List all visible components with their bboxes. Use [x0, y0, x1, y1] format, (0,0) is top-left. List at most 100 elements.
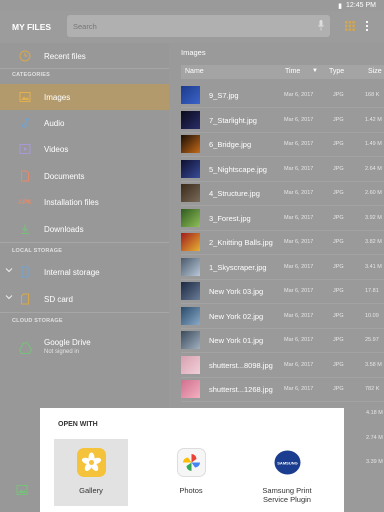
- image-thumbnail: [181, 380, 200, 398]
- divider: [0, 312, 169, 313]
- file-size: 1.49 M: [365, 141, 382, 147]
- file-type: JPG: [333, 263, 344, 270]
- file-date: Mar 6, 2017: [284, 165, 314, 172]
- divider: [0, 68, 169, 69]
- file-date: Mar 6, 2017: [284, 361, 314, 368]
- image-thumbnail: [181, 306, 200, 325]
- table-row[interactable]: 1_Skyscraper.jpg Mar 6, 2017 JPG 3.41 M: [181, 255, 384, 279]
- sidebar-item-label: Installation files: [44, 197, 99, 207]
- image-thumbnail: [181, 110, 200, 129]
- sidebar-item-audio[interactable]: Audio: [0, 110, 169, 136]
- file-name: 3_Forest.jpg: [209, 213, 251, 223]
- app-title: MY FILES: [12, 22, 52, 32]
- sidebar-item-recent[interactable]: Recent files: [0, 43, 169, 69]
- open-with-samsung-print[interactable]: SAMSUNG Samsung Print Service Plugin: [250, 439, 324, 506]
- table-row[interactable]: New York 01.jpg Mar 6, 2017 JPG 25.97: [181, 328, 384, 352]
- option-label: Gallery: [79, 486, 103, 495]
- column-header-size[interactable]: Size: [368, 68, 382, 75]
- file-size: 2.64 M: [365, 165, 382, 172]
- section-header-local-storage: LOCAL STORAGE: [12, 248, 63, 254]
- file-size: 17.81: [365, 288, 379, 294]
- file-size: 782 K: [365, 386, 380, 392]
- file-size: 2.74 M: [366, 435, 383, 441]
- file-type: JPG: [333, 386, 344, 392]
- file-name: shutterst...8098.jpg: [209, 360, 273, 370]
- sidebar-item-label: Recent files: [44, 51, 86, 61]
- gallery-icon: [77, 448, 106, 477]
- image-thumbnail: [181, 233, 200, 251]
- sort-desc-icon[interactable]: ▼: [312, 68, 318, 74]
- table-row[interactable]: New York 03.jpg Mar 6, 2017 JPG 17.81: [181, 279, 384, 303]
- sidebar-item-label: Audio: [44, 118, 65, 128]
- clock-icon: [18, 49, 32, 63]
- file-size: 3.82 M: [365, 239, 382, 245]
- file-type: JPG: [333, 288, 344, 294]
- file-name: 4_Structure.jpg: [209, 189, 260, 198]
- sidebar-item-documents[interactable]: Documents: [0, 163, 169, 189]
- sidebar-item-sublabel: Not signed in: [44, 349, 80, 355]
- file-type: JPG: [333, 92, 344, 98]
- file-type: JPG: [333, 141, 344, 147]
- image-thumbnail: [181, 159, 200, 178]
- file-name: New York 02.jpg: [209, 311, 264, 321]
- table-row[interactable]: 5_Nightscape.jpg Mar 6, 2017 JPG 2.64 M: [181, 157, 384, 181]
- column-header-type[interactable]: Type: [329, 68, 344, 75]
- file-size: 3.58 M: [365, 361, 382, 368]
- music-note-icon: [18, 116, 32, 130]
- file-type: JPG: [333, 361, 344, 368]
- file-date: Mar 6, 2017: [284, 190, 314, 196]
- option-label: Photos: [179, 486, 203, 495]
- download-icon: [18, 222, 32, 236]
- table-row[interactable]: 2_Knitting Balls.jpg Mar 6, 2017 JPG 3.82 M: [181, 230, 384, 254]
- table-row[interactable]: shutterst...1268.jpg Mar 6, 2017 JPG 782 K: [181, 377, 384, 401]
- column-header-name[interactable]: Name: [185, 68, 204, 75]
- table-row[interactable]: 9_S7.jpg Mar 6, 2017 JPG 168 K: [181, 83, 384, 107]
- open-with-sheet: OPEN WITH Gallery Photos SAMSUNG Samsung…: [40, 408, 344, 512]
- sidebar-item-downloads[interactable]: Downloads: [0, 216, 169, 242]
- image-icon: [18, 90, 32, 104]
- file-type: JPG: [333, 190, 344, 196]
- file-date: Mar 6, 2017: [284, 92, 314, 98]
- file-size: 10.09: [365, 312, 379, 319]
- table-row[interactable]: shutterst...8098.jpg Mar 6, 2017 JPG 3.58 M: [181, 353, 384, 377]
- chevron-down-icon[interactable]: [5, 293, 13, 303]
- search-input[interactable]: Search: [67, 15, 330, 37]
- table-row[interactable]: 3_Forest.jpg Mar 6, 2017 JPG 3.92 M: [181, 206, 384, 230]
- file-date: Mar 6, 2017: [284, 141, 314, 147]
- table-row[interactable]: New York 02.jpg Mar 6, 2017 JPG 10.09: [181, 304, 384, 328]
- battery-icon: ▮: [338, 2, 343, 10]
- chevron-down-icon[interactable]: [5, 266, 13, 276]
- file-date: Mar 6, 2017: [284, 239, 314, 245]
- column-header-time[interactable]: Time: [285, 68, 300, 75]
- table-row[interactable]: 7_Starlight.jpg Mar 6, 2017 JPG 1.42 M: [181, 108, 384, 132]
- mic-icon[interactable]: [318, 20, 324, 31]
- file-type: JPG: [333, 116, 344, 123]
- table-row[interactable]: 6_Bridge.jpg Mar 6, 2017 JPG 1.49 M: [181, 132, 384, 156]
- image-thumbnail: [181, 86, 200, 104]
- file-date: Mar 6, 2017: [284, 312, 314, 319]
- table-row[interactable]: 4_Structure.jpg Mar 6, 2017 JPG 2.60 M: [181, 181, 384, 205]
- google-drive-icon: [18, 341, 32, 355]
- file-date: Mar 6, 2017: [284, 386, 314, 392]
- sidebar-item-images[interactable]: Images: [0, 84, 169, 110]
- file-size: 4.18 M: [366, 410, 383, 416]
- file-size: 3.92 M: [365, 214, 382, 221]
- sidebar-item-installation-files[interactable]: APK Installation files: [0, 189, 169, 215]
- sidebar-item-sd-card[interactable]: SD card: [0, 286, 169, 312]
- grid-view-icon[interactable]: [345, 21, 355, 31]
- image-thumbnail: [181, 282, 200, 300]
- file-date: Mar 6, 2017: [284, 116, 314, 123]
- image-icon[interactable]: [16, 484, 28, 496]
- sidebar-item-internal-storage[interactable]: Internal storage: [0, 259, 169, 285]
- open-with-gallery[interactable]: Gallery: [54, 439, 128, 506]
- bottom-bar-left: [0, 470, 40, 512]
- file-type: JPG: [333, 165, 344, 172]
- more-options-icon[interactable]: [365, 20, 369, 32]
- bottom-right-area: 4.18 M 2.74 M 3.39 M: [344, 408, 384, 512]
- file-date: Mar 6, 2017: [284, 337, 314, 343]
- divider: [0, 242, 169, 243]
- open-with-photos[interactable]: Photos: [154, 439, 228, 506]
- file-date: Mar 6, 2017: [284, 263, 314, 270]
- sidebar-item-videos[interactable]: Videos: [0, 136, 169, 162]
- sidebar-item-google-drive[interactable]: Google Drive Not signed in: [0, 332, 169, 364]
